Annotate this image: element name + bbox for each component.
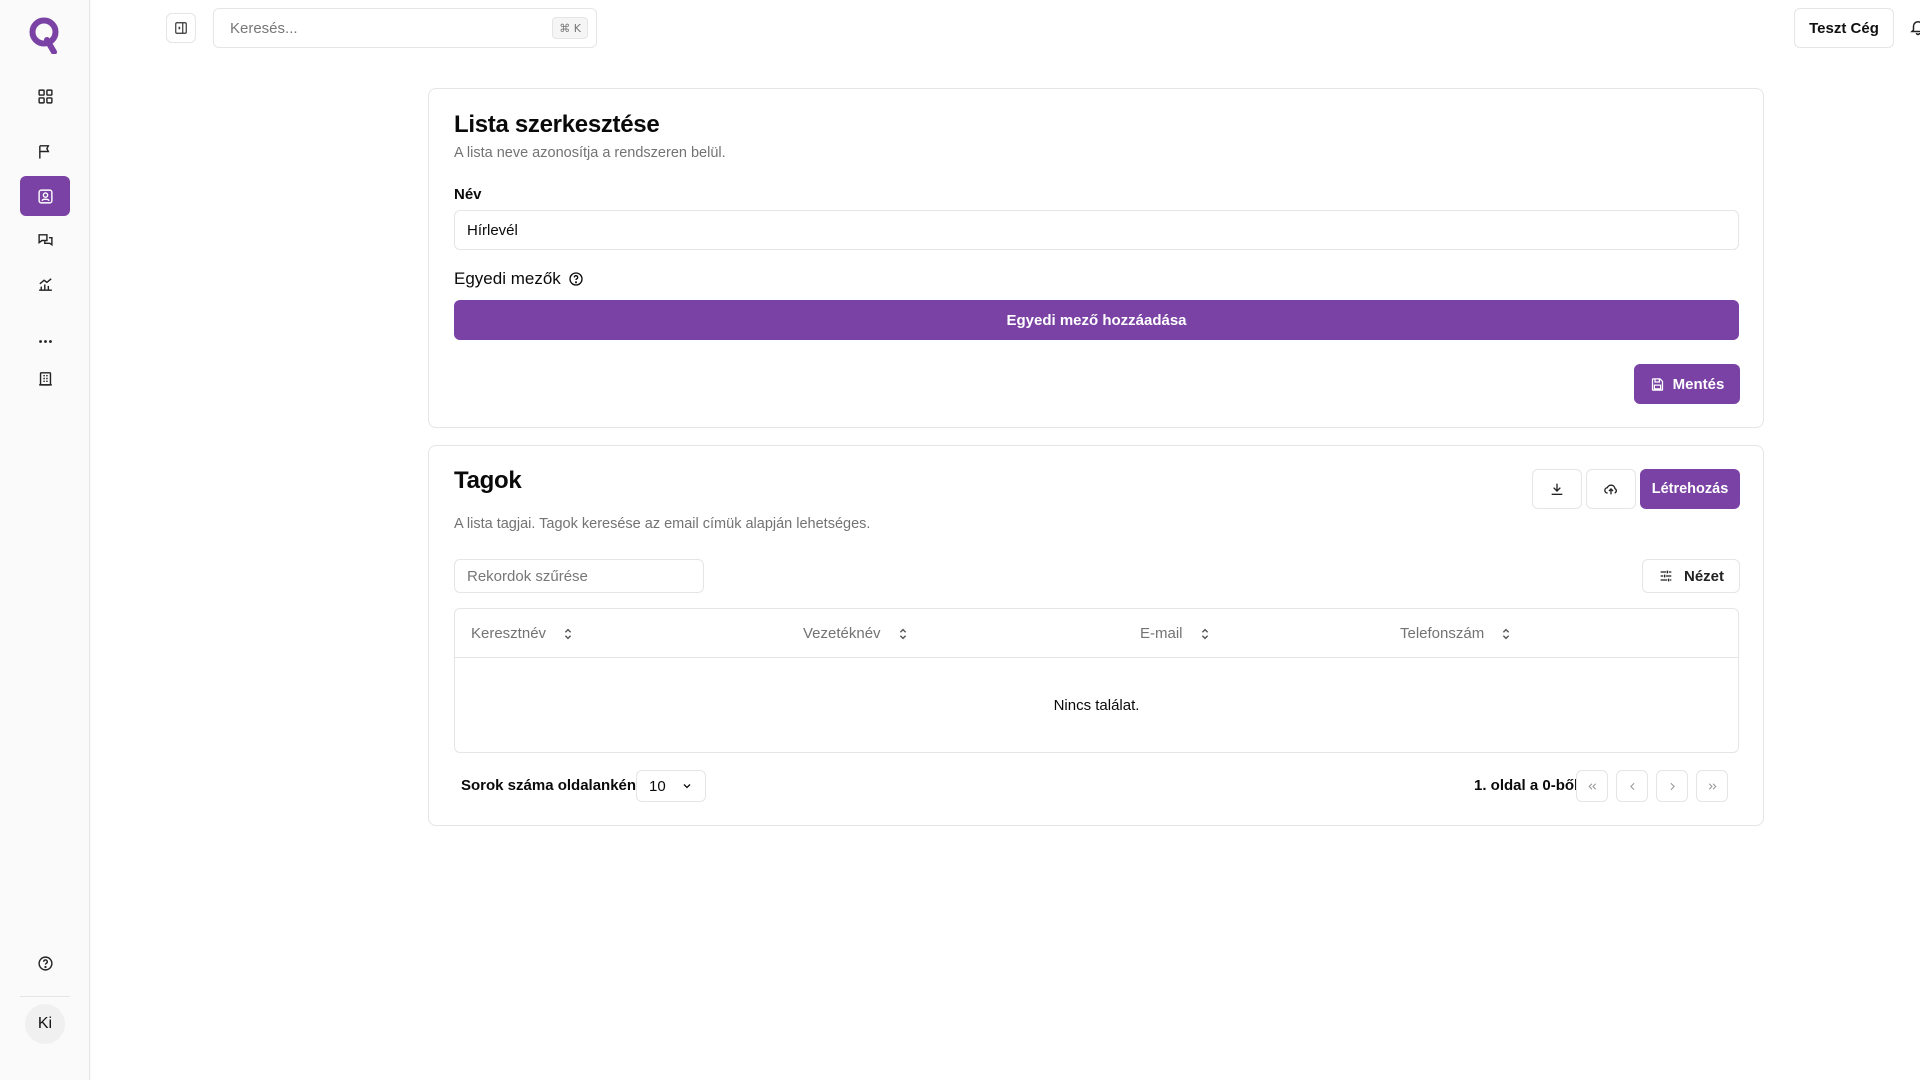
sort-icon — [564, 628, 572, 639]
members-card: Tagok A lista tagjai. Tagok keresése az … — [428, 445, 1764, 826]
sort-icon — [1201, 628, 1208, 639]
pagination-info: 1. oldal a 0-ből — [1474, 777, 1579, 794]
column-header-label: Telefonszám — [1400, 625, 1485, 642]
next-page-button[interactable] — [1656, 770, 1688, 802]
chevron-right-icon — [1669, 782, 1675, 790]
column-header-label: Vezetéknév — [803, 625, 881, 642]
flag-icon — [38, 144, 49, 159]
column-header-label: Keresztnév — [471, 625, 547, 642]
help-icon — [37, 955, 53, 971]
custom-fields-label: Egyedi mezők — [454, 269, 584, 289]
column-header-last-name[interactable]: Vezetéknév — [803, 609, 909, 658]
view-options-button[interactable]: Nézet — [1642, 559, 1740, 593]
previous-page-button[interactable] — [1616, 770, 1648, 802]
table-header: Keresztnév Vezetéknév E-mail Telefonszám — [455, 609, 1738, 658]
download-button[interactable] — [1532, 469, 1582, 509]
save-button-label: Mentés — [1672, 375, 1725, 393]
chevron-left-icon — [1629, 782, 1635, 790]
help-circle-icon[interactable] — [568, 271, 584, 287]
sidebar-item-contacts[interactable] — [20, 176, 70, 216]
column-header-email[interactable]: E-mail — [1140, 609, 1211, 658]
app-logo-icon[interactable] — [28, 16, 62, 54]
global-search[interactable]: ⌘ K — [213, 8, 597, 48]
building-icon — [38, 371, 52, 386]
custom-fields-label-text: Egyedi mezők — [454, 269, 561, 288]
analytics-icon — [38, 277, 52, 291]
column-header-first-name[interactable]: Keresztnév — [471, 609, 574, 658]
members-title: Tagok — [454, 467, 522, 494]
sidebar-item-messages[interactable] — [20, 220, 70, 260]
sidebar: Ki — [0, 0, 90, 1080]
column-header-label: E-mail — [1140, 625, 1183, 642]
panel-left-icon — [175, 22, 187, 34]
chevrons-left-icon — [1587, 782, 1596, 790]
rows-per-page-value: 10 — [649, 777, 666, 795]
chevron-down-icon — [683, 784, 691, 789]
first-page-button[interactable] — [1576, 770, 1608, 802]
sidebar-divider — [20, 996, 70, 997]
notifications-button[interactable] — [1907, 16, 1920, 38]
rows-per-page-label: Sorok száma oldalanként — [461, 777, 642, 794]
sort-icon — [1503, 628, 1510, 639]
records-filter-input[interactable] — [454, 559, 704, 593]
page-title: Lista szerkesztése — [454, 111, 660, 138]
search-input[interactable] — [230, 19, 580, 37]
download-icon — [1551, 483, 1563, 495]
create-member-button[interactable]: Létrehozás — [1640, 469, 1740, 509]
sidebar-item-more[interactable] — [20, 321, 70, 361]
more-icon — [38, 339, 52, 343]
sidebar-item-dashboard[interactable] — [20, 76, 70, 116]
edit-card-description: A lista neve azonosítja a rendszeren bel… — [454, 145, 726, 161]
rows-per-page-select[interactable]: 10 — [636, 770, 706, 802]
empty-state-row: Nincs találat. — [1053, 696, 1140, 714]
name-field[interactable] — [454, 210, 1739, 250]
sidebar-item-organization[interactable] — [20, 358, 70, 398]
sliders-icon — [1660, 570, 1672, 582]
main-area: ⌘ K Teszt Cég Lista szerkesztése A lista… — [91, 0, 1920, 1080]
add-custom-field-label: Egyedi mező hozzáadása — [1006, 311, 1187, 329]
edit-list-card: Lista szerkesztése A lista neve azonosít… — [428, 88, 1764, 428]
messages-icon — [37, 233, 53, 246]
save-button[interactable]: Mentés — [1634, 364, 1740, 404]
contacts-icon — [37, 188, 53, 204]
sort-icon — [899, 628, 906, 639]
upload-button[interactable] — [1586, 469, 1636, 509]
company-switcher-button[interactable]: Teszt Cég — [1794, 8, 1894, 48]
sidebar-toggle-button[interactable] — [166, 13, 196, 43]
column-header-phone[interactable]: Telefonszám — [1400, 609, 1512, 658]
bell-icon — [1910, 21, 1920, 36]
sidebar-item-analytics[interactable] — [20, 264, 70, 304]
search-shortcut-badge: ⌘ K — [552, 17, 588, 39]
sidebar-item-campaigns[interactable] — [20, 131, 70, 171]
name-field-label: Név — [454, 186, 482, 203]
save-icon — [1651, 377, 1663, 391]
chevrons-right-icon — [1708, 782, 1717, 790]
avatar[interactable]: Ki — [25, 1004, 65, 1044]
last-page-button[interactable] — [1696, 770, 1728, 802]
view-options-label: Nézet — [1683, 567, 1724, 585]
members-description: A lista tagjai. Tagok keresése az email … — [454, 516, 871, 532]
help-button[interactable] — [20, 943, 70, 983]
members-table: Keresztnév Vezetéknév E-mail Telefonszám… — [454, 608, 1739, 753]
dashboard-icon — [37, 88, 53, 104]
add-custom-field-button[interactable]: Egyedi mező hozzáadása — [454, 300, 1739, 340]
create-member-label: Létrehozás — [1651, 481, 1729, 497]
cloud-upload-icon — [1604, 484, 1617, 495]
